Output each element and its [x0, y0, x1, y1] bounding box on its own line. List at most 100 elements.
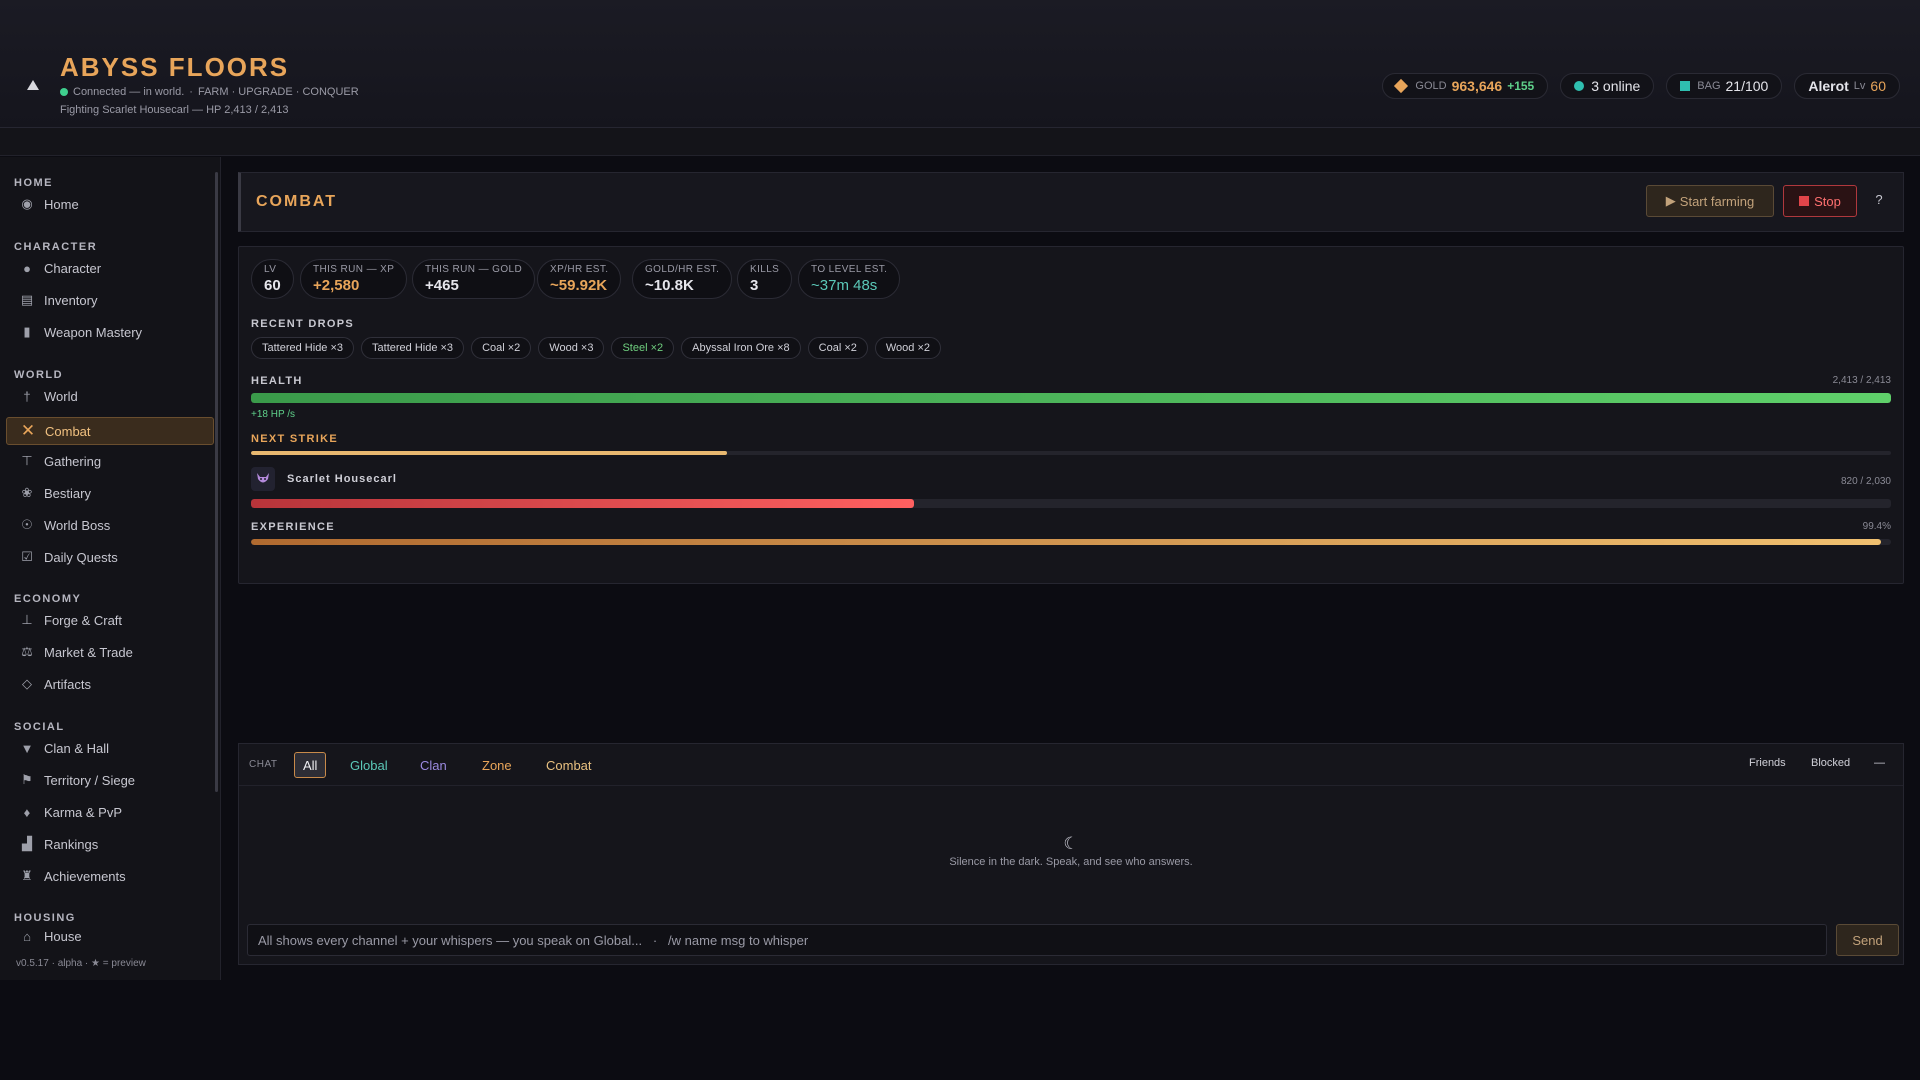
health-bar: [251, 393, 1891, 403]
recent-drops-list: Tattered Hide ×3 Tattered Hide ×3 Coal ×…: [251, 337, 942, 359]
crossed-swords-icon: ✕: [20, 421, 36, 440]
sidebar-item-weapon-mastery[interactable]: ▮ Weapon Mastery: [6, 318, 214, 346]
sidebar-item-world-boss[interactable]: ☉ World Boss: [6, 511, 214, 539]
chat-label: CHAT: [249, 759, 278, 770]
sidebar-item-market-trade[interactable]: ⚖ Market & Trade: [6, 638, 214, 666]
sidebar-item-label: Artifacts: [44, 676, 91, 692]
sidebar-item-label: Gathering: [44, 453, 102, 469]
stat-value: 3: [750, 277, 759, 294]
gem-icon: ◇: [22, 676, 32, 691]
sidebar-item-label: Forge & Craft: [44, 612, 123, 628]
play-icon: ▶: [1665, 193, 1676, 208]
sidebar-item-karma-pvp[interactable]: ♦ Karma & PvP: [6, 798, 214, 826]
sidebar-item-rankings[interactable]: ▟ Rankings: [6, 830, 214, 858]
online-pill[interactable]: 3 online: [1560, 73, 1655, 99]
blocked-button[interactable]: Blocked: [1811, 757, 1850, 769]
app-title: ABYSS FLOORS: [60, 52, 290, 82]
start-farming-button[interactable]: ▶ Start farming: [1646, 185, 1774, 217]
help-button[interactable]: ?: [1869, 192, 1889, 212]
sidebar-item-daily-quests[interactable]: ☑ Daily Quests: [6, 543, 214, 571]
health-text: 2,413 / 2,413: [1832, 375, 1891, 386]
player-level-label: Lv: [1853, 80, 1866, 92]
enemy-name: Scarlet Housecarl: [287, 473, 397, 485]
sidebar-item-label: World: [44, 388, 78, 404]
sidebar-item-label: Karma & PvP: [44, 804, 123, 820]
chat-tab-zone[interactable]: Zone: [474, 752, 520, 778]
chat-tab-bar: CHAT All Global Clan Zone Combat Friends…: [239, 744, 1903, 786]
sidebar-item-inventory[interactable]: ▤ Inventory: [6, 286, 214, 314]
stat-value: ~59.92K: [550, 277, 608, 294]
sidebar-item-achievements[interactable]: ♜ Achievements: [6, 862, 214, 890]
stat-chip-kills: KILLS 3: [737, 259, 793, 299]
moon-icon: ☾: [1063, 834, 1079, 853]
sidebar-item-label: Bestiary: [44, 485, 91, 501]
person-icon: ●: [23, 260, 31, 276]
sidebar-item-label: Daily Quests: [44, 549, 118, 565]
flag-icon: ⚑: [21, 772, 33, 787]
separator: ·: [189, 86, 193, 98]
bag-value: 21/100: [1725, 78, 1769, 94]
drop-chip: Tattered Hide ×3: [361, 337, 465, 359]
stop-label: Stop: [1814, 193, 1841, 209]
player-pill[interactable]: Alerot Lv 60: [1794, 73, 1900, 99]
stat-chip-level: LV 60: [251, 259, 294, 299]
stat-value: ~10.8K: [645, 277, 694, 294]
section-economy: ECONOMY: [14, 593, 82, 605]
sidebar-item-clan-hall[interactable]: ▼ Clan & Hall: [6, 734, 214, 762]
sidebar-item-combat[interactable]: ✕ Combat: [6, 417, 214, 445]
paw-icon: ❀: [21, 485, 33, 500]
sidebar-item-house[interactable]: ⌂ House: [6, 925, 214, 947]
sidebar-item-label: World Boss: [44, 517, 111, 533]
stat-chip-run-xp: THIS RUN — XP +2,580: [300, 259, 408, 299]
experience-bar: [251, 539, 1891, 545]
sidebar-item-artifacts[interactable]: ◇ Artifacts: [6, 670, 214, 698]
section-world: WORLD: [14, 369, 64, 381]
trophy-icon: ♜: [21, 868, 33, 883]
chat-tab-clan[interactable]: Clan: [412, 752, 455, 778]
stop-button[interactable]: Stop: [1783, 185, 1857, 217]
recent-drops-label: RECENT DROPS: [251, 318, 354, 330]
section-social: SOCIAL: [14, 721, 65, 733]
sidebar-item-label: Clan & Hall: [44, 740, 110, 756]
header-stats: GOLD 963,646 +155 3 online BAG 21/100 Al…: [1382, 73, 1900, 99]
chat-tab-global[interactable]: Global: [342, 752, 396, 778]
experience-text: 99.4%: [1862, 521, 1891, 532]
sidebar-item-forge-craft[interactable]: ⊥ Forge & Craft: [6, 606, 214, 634]
gold-delta: +155: [1507, 79, 1535, 93]
sidebar-item-world[interactable]: † World: [6, 382, 214, 410]
stat-key: THIS RUN — XP: [313, 264, 395, 275]
drop-chip: Wood ×3: [538, 337, 605, 359]
chat-tab-combat[interactable]: Combat: [538, 752, 600, 778]
chat-tab-all[interactable]: All: [294, 752, 327, 778]
chat-input[interactable]: [247, 924, 1827, 956]
next-strike-label: NEXT STRIKE: [251, 433, 339, 445]
player-level: 60: [1870, 78, 1886, 94]
sidebar-item-bestiary[interactable]: ❀ Bestiary: [6, 479, 214, 507]
drop-chip: Coal ×2: [807, 337, 868, 359]
sidebar-item-gathering[interactable]: ⊤ Gathering: [6, 447, 214, 475]
sidebar-item-home[interactable]: ◉ Home: [6, 190, 214, 218]
send-button[interactable]: Send: [1836, 924, 1899, 956]
collapse-caret-icon[interactable]: [27, 80, 39, 90]
combat-panel: LV 60 THIS RUN — XP +2,580 THIS RUN — GOLD…: [238, 246, 1904, 584]
section-housing: HOUSING: [14, 912, 76, 924]
bag-icon: [1680, 81, 1691, 91]
sidebar-item-territory-siege[interactable]: ⚑ Territory / Siege: [6, 766, 214, 794]
health-label: HEALTH: [251, 375, 303, 387]
drop-icon: ♦: [23, 804, 31, 820]
friends-button[interactable]: Friends: [1749, 757, 1786, 769]
drop-chip: Tattered Hide ×3: [251, 337, 355, 359]
chat-panel: CHAT All Global Clan Zone Combat Friends…: [238, 743, 1904, 965]
podium-icon: ▟: [22, 836, 32, 851]
connection-status: Connected — in world. · FARM · UPGRADE ·…: [60, 86, 359, 98]
house-icon: ⌂: [23, 928, 31, 944]
sidebar-scrollbar[interactable]: [215, 172, 218, 792]
sidebar-item-label: Weapon Mastery: [44, 324, 143, 340]
chat-minimize-button[interactable]: —: [1874, 757, 1885, 769]
player-name: Alerot: [1808, 78, 1849, 94]
bag-pill[interactable]: BAG 21/100: [1666, 73, 1783, 99]
sidebar-item-character[interactable]: ● Character: [6, 254, 214, 282]
chest-icon: ▤: [20, 292, 34, 307]
sidebar-item-label: Home: [44, 196, 79, 212]
enemy-demon-icon: [251, 467, 275, 491]
